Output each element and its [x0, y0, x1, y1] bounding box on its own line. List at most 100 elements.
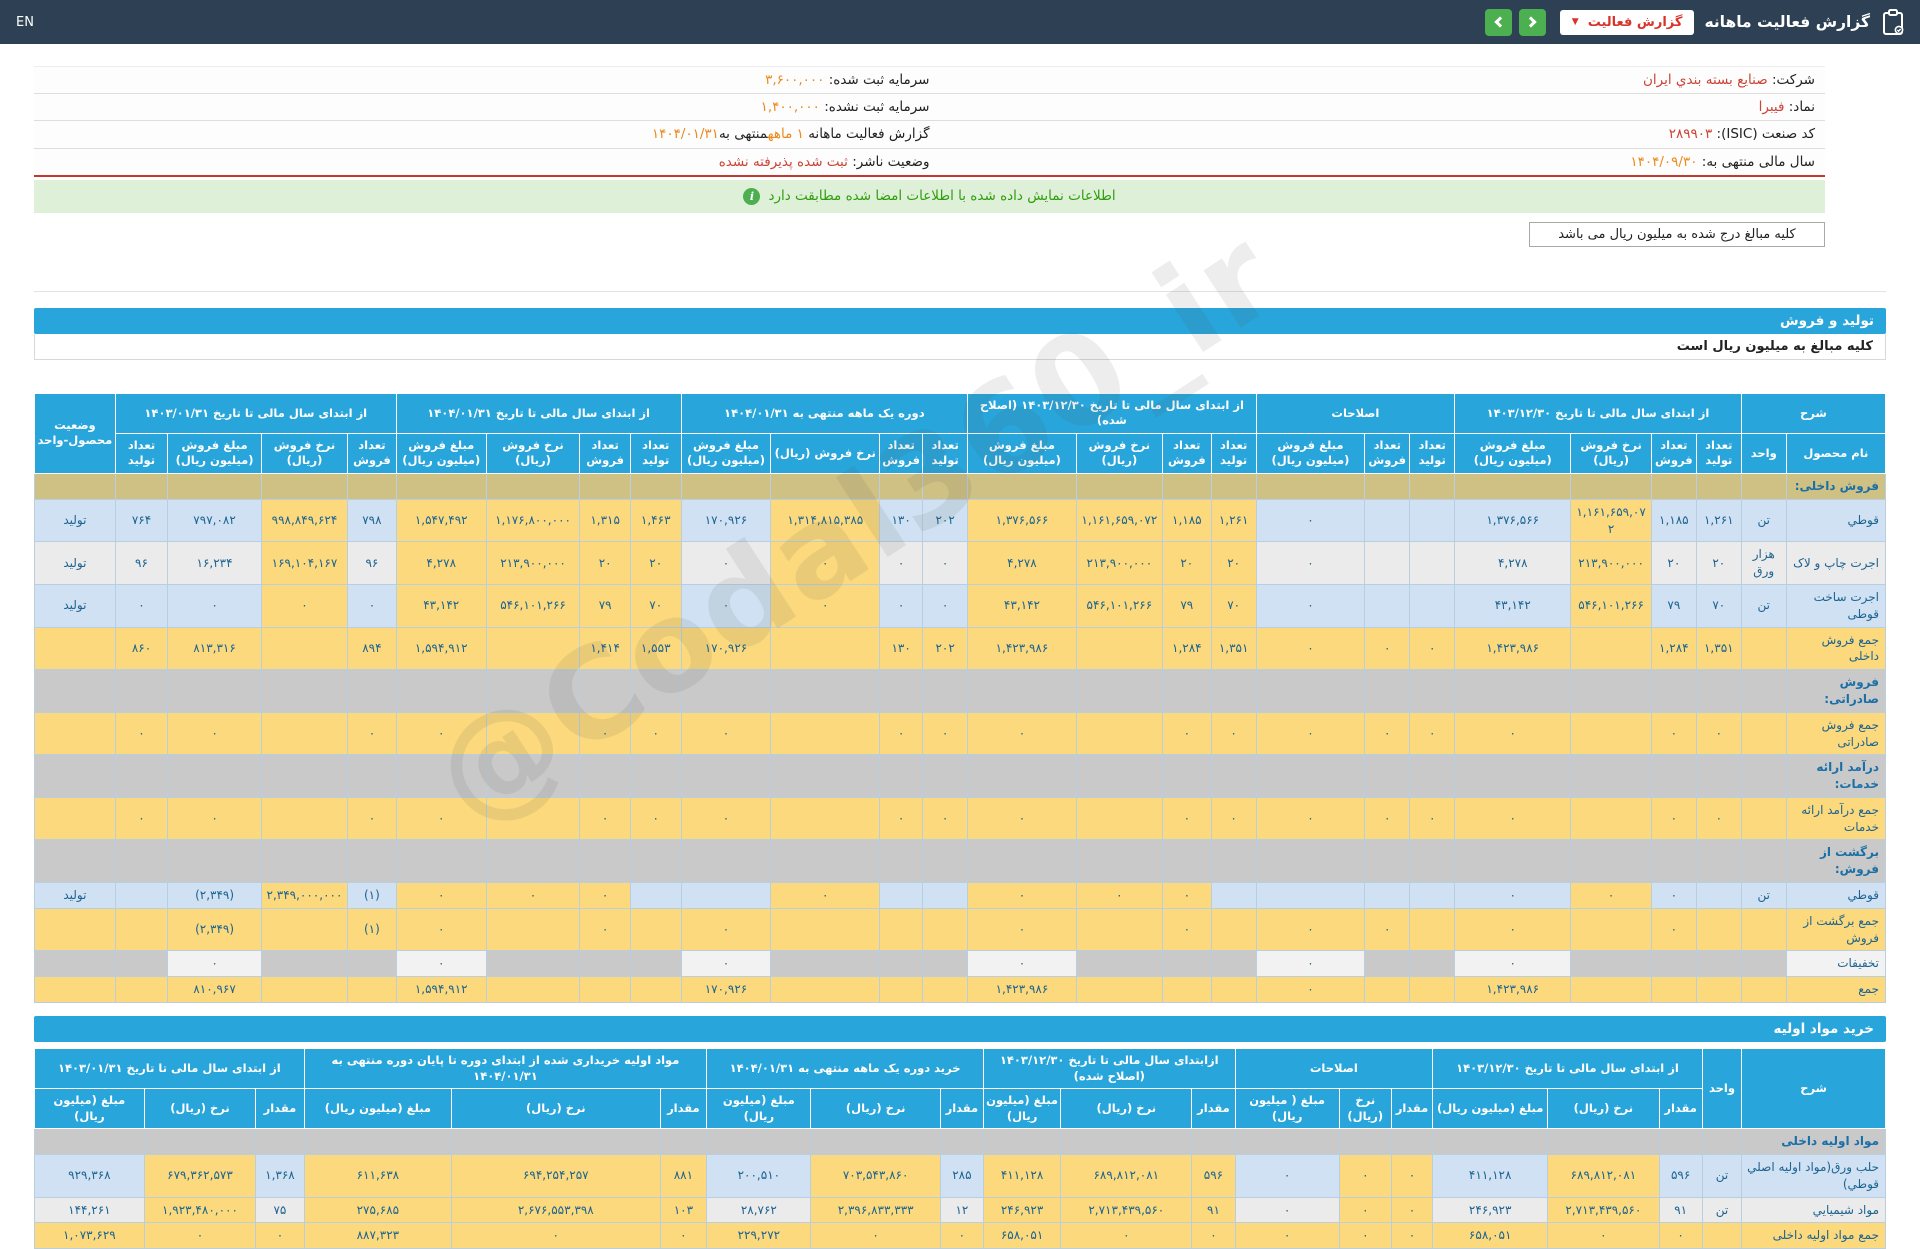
table-cell	[879, 669, 924, 713]
production-sales-table: شرح از ابتدای سال مالی تا تاریخ ۱۴۰۳/۱۲/۳…	[34, 392, 1887, 1004]
table-cell: جمع	[1785, 976, 1887, 1004]
table-cell	[1075, 839, 1163, 884]
table-cell	[1695, 950, 1742, 978]
table-cell	[167, 839, 262, 884]
table-cell	[1409, 907, 1456, 952]
column-header: مبلغ (میلیون ریال)	[303, 1088, 453, 1130]
table-cell: ۰	[1650, 711, 1697, 756]
table-cell: ۱۶۹,۱۰۴,۱۶۷	[260, 541, 349, 585]
company-info: شرکت: صنایع بسته بندي ایران سرمایه ثبت شد…	[34, 66, 1825, 177]
info-field: سال مالی منتهی به: ۱۴۰۴/۰۹/۳۰	[1630, 153, 1815, 170]
column-header: اصلاحات	[1234, 1048, 1434, 1090]
column-header: تعداد تولید	[629, 432, 682, 474]
table-cell: ۱,۲۸۴	[1650, 626, 1697, 671]
table-cell	[939, 1128, 984, 1155]
table-cell: ۱۳۰	[879, 626, 924, 671]
table-cell: ۰	[1255, 711, 1366, 756]
table-cell	[680, 882, 772, 909]
table-cell: ۱,۱۸۵	[1650, 498, 1697, 543]
table-cell	[34, 711, 116, 756]
table-cell	[1191, 1128, 1236, 1155]
table-cell: ۵۹۶	[1191, 1153, 1236, 1198]
table-cell	[1075, 669, 1163, 713]
table-cell	[114, 754, 169, 798]
table-row: مواد اولیه داخلی	[34, 1128, 1886, 1155]
table-cell	[114, 669, 169, 713]
report-type-dropdown[interactable]: گزارش فعالیت ▼	[1559, 9, 1695, 35]
table-cell	[260, 976, 349, 1004]
main-content: شرکت: صنایع بسته بندي ایران سرمایه ثبت شد…	[0, 66, 1920, 1249]
table-cell	[1161, 754, 1212, 798]
table-cell: ۰	[1409, 626, 1456, 671]
next-report-button[interactable]	[1518, 8, 1546, 36]
table-cell	[629, 882, 682, 909]
unit-note-box: کلیه مبالغ درج شده به میلیون ریال می باش…	[1529, 221, 1825, 247]
table-cell: ۰	[1454, 950, 1572, 978]
table-cell: ۲۰	[1695, 541, 1742, 585]
table-cell	[680, 472, 772, 500]
table-cell	[1364, 950, 1411, 978]
table-cell: ۱,۳۱۵	[579, 498, 631, 543]
info-field: سرمایه ثبت نشده: ۱,۴۰۰,۰۰۰	[760, 99, 930, 116]
table-cell: ۰	[1454, 882, 1572, 909]
table-cell	[1740, 626, 1787, 671]
prev-report-button[interactable]	[1484, 8, 1512, 36]
table-cell	[1409, 839, 1456, 884]
table-cell	[1210, 950, 1257, 978]
table-row: فروش صادراتی:	[34, 669, 1887, 713]
table-cell: ۰	[680, 711, 772, 756]
table-cell	[922, 839, 969, 884]
table-cell	[1454, 472, 1572, 500]
table-cell: ۰	[1210, 711, 1257, 756]
table-cell	[1547, 1128, 1660, 1155]
table-cell: ۰	[347, 583, 397, 628]
table-row: تخفیفات ۰ ۰ ۰ ۰ ۰ ۰	[34, 950, 1887, 978]
table-cell	[1454, 669, 1572, 713]
table-cell: ۸۱۳,۳۱۶	[167, 626, 262, 671]
table-cell: ۱,۴۲۳,۹۸۶	[967, 976, 1077, 1004]
table-cell	[922, 976, 969, 1004]
table-cell	[579, 754, 631, 798]
column-header: مبلغ فروش (میلیون ریال)	[1454, 432, 1572, 474]
table-cell: ۱,۲۶۱	[1210, 498, 1257, 543]
table-cell: ۰	[1338, 1153, 1392, 1198]
table-cell: ۰	[1409, 796, 1456, 841]
table-cell	[1409, 882, 1456, 909]
table-cell: ۰	[1255, 583, 1366, 628]
table-cell: ۲۰	[579, 541, 631, 585]
table-cell	[1658, 1128, 1703, 1155]
column-header: نرخ (ریال)	[143, 1088, 257, 1130]
table-cell: ۱,۱۸۵	[1161, 498, 1212, 543]
table-cell: ۹۶	[347, 541, 397, 585]
table-cell	[114, 882, 169, 909]
table-cell: (۲,۳۴۹)	[167, 882, 262, 909]
table-cell	[34, 950, 116, 978]
table-cell: ۰	[1191, 1222, 1236, 1249]
table-cell	[485, 754, 581, 798]
table-cell	[579, 839, 631, 884]
table-cell: ۰	[167, 796, 262, 841]
table-cell: ۱۷۰,۹۲۶	[680, 976, 772, 1004]
table-cell: ۵۹۶	[1658, 1153, 1703, 1198]
table-cell: ۸۸۱	[659, 1153, 708, 1198]
table-cell: ۷۶۴	[114, 498, 169, 543]
table-cell: ۲,۷۱۳,۴۳۹,۵۶۰	[1547, 1196, 1660, 1224]
table-cell: ۲۱۳,۹۰۰,۰۰۰	[485, 541, 581, 585]
chevron-left-icon	[1494, 16, 1506, 28]
table-cell	[1075, 711, 1163, 756]
column-header: مبلغ فروش (میلیون ریال)	[1255, 432, 1366, 474]
table-cell	[579, 976, 631, 1004]
table-cell: تن	[1701, 1153, 1743, 1198]
table-cell: ۱۳۰	[879, 498, 924, 543]
table-cell: ۷۵	[255, 1196, 305, 1224]
table-cell	[485, 796, 581, 841]
table-cell: ۰	[1234, 1196, 1340, 1224]
table-cell	[143, 1128, 257, 1155]
table-cell: ۸۱۰,۹۶۷	[167, 976, 262, 1004]
language-toggle[interactable]: EN	[16, 15, 34, 30]
table-cell: ۹۶	[114, 541, 169, 585]
raw-materials-table-wrap: شرح واحد از ابتدای سال مالی تا تاریخ ۱۴۰۳/…	[34, 1048, 1886, 1249]
table-cell	[260, 796, 349, 841]
table-cell: ۰	[1338, 1222, 1392, 1249]
table-cell	[1570, 796, 1652, 841]
